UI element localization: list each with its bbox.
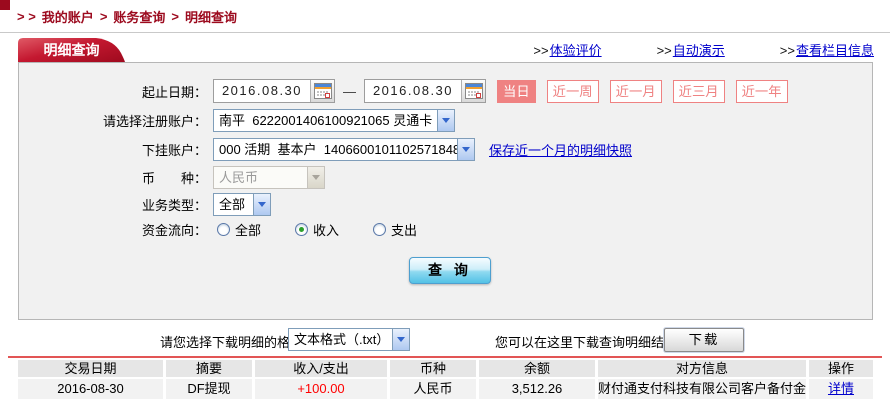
column-header-amount: 收入/支出 bbox=[255, 360, 387, 377]
currency-label: 币 种： bbox=[19, 168, 207, 187]
column-header-counterparty: 对方信息 bbox=[598, 360, 806, 377]
fund-flow-options: 全部 收入 支出 bbox=[217, 220, 451, 239]
end-date-calendar-button[interactable] bbox=[461, 80, 485, 102]
start-date-calendar-button[interactable] bbox=[310, 80, 334, 102]
header-divider bbox=[0, 32, 890, 33]
quick-range-week-button[interactable]: 近一周 bbox=[547, 80, 599, 103]
column-header-action: 操作 bbox=[809, 360, 873, 377]
sub-account-row: 下挂账户： 000 活期 基本户 1406600101102571848 保存近… bbox=[19, 138, 872, 161]
currency-row: 币 种： 人民币 bbox=[19, 166, 872, 189]
column-info-link[interactable]: >>查看栏目信息 bbox=[780, 40, 874, 59]
column-header-summary: 摘要 bbox=[166, 360, 252, 377]
cell-amount: +100.00 bbox=[255, 379, 387, 399]
fund-flow-option-expense[interactable]: 支出 bbox=[373, 220, 417, 239]
corner-decoration bbox=[0, 0, 10, 10]
cell-transaction-date: 2016-08-30 bbox=[18, 379, 163, 399]
breadcrumb-item-my-account[interactable]: 我的账户 bbox=[42, 7, 94, 26]
link-arrows: >> bbox=[533, 43, 548, 58]
calendar-icon bbox=[314, 83, 332, 99]
quick-range-today-button[interactable]: 当日 bbox=[497, 80, 536, 103]
download-hint: 您可以在这里下载查询明细结果 bbox=[495, 332, 677, 351]
query-button[interactable]: 查 询 bbox=[409, 257, 491, 284]
link-arrows: >> bbox=[780, 43, 795, 58]
register-account-value: 南平 6222001406100921065 灵通卡 bbox=[214, 110, 437, 131]
quick-range-month-button[interactable]: 近一月 bbox=[610, 80, 662, 103]
fund-flow-row: 资金流向： 全部 收入 支出 bbox=[19, 220, 872, 239]
chevron-down-icon[interactable] bbox=[437, 110, 454, 131]
business-type-row: 业务类型： 全部 bbox=[19, 193, 872, 216]
chevron-down-icon[interactable] bbox=[392, 329, 409, 350]
sub-account-value: 000 活期 基本户 1406600101102571848 bbox=[214, 139, 457, 160]
radio-icon[interactable] bbox=[217, 223, 230, 236]
breadcrumb-prefix: > > bbox=[17, 9, 36, 24]
breadcrumb-item-detail-query: 明细查询 bbox=[185, 7, 237, 26]
date-range-label: 起止日期： bbox=[19, 82, 207, 101]
sub-account-label: 下挂账户： bbox=[19, 140, 207, 159]
download-format-select[interactable]: 文本格式（.txt） bbox=[288, 328, 410, 351]
sub-account-select[interactable]: 000 活期 基本户 1406600101102571848 bbox=[213, 138, 475, 161]
quick-range-year-button[interactable]: 近一年 bbox=[736, 80, 788, 103]
column-header-date: 交易日期 bbox=[18, 360, 163, 377]
breadcrumb: > > 我的账户 > 账务查询 > 明细查询 bbox=[17, 7, 237, 26]
cell-summary: DF提现 bbox=[166, 379, 252, 399]
end-date-value[interactable]: 2016.08.30 bbox=[365, 80, 461, 102]
result-table-header: 交易日期 摘要 收入/支出 币种 余额 对方信息 操作 bbox=[18, 360, 873, 377]
register-account-row: 请选择注册账户： 南平 6222001406100921065 灵通卡 bbox=[19, 109, 872, 132]
fund-flow-label: 资金流向： bbox=[19, 220, 207, 239]
fund-flow-option-all-label: 全部 bbox=[235, 220, 261, 239]
download-format-value: 文本格式（.txt） bbox=[289, 329, 392, 350]
download-button[interactable]: 下载 bbox=[664, 328, 744, 352]
breadcrumb-item-account-query[interactable]: 账务查询 bbox=[113, 7, 165, 26]
quick-range-quarter-button[interactable]: 近三月 bbox=[673, 80, 725, 103]
breadcrumb-separator: > bbox=[171, 9, 179, 24]
register-account-select[interactable]: 南平 6222001406100921065 灵通卡 bbox=[213, 109, 455, 132]
business-type-value: 全部 bbox=[214, 194, 253, 215]
save-snapshot-link[interactable]: 保存近一个月的明细快照 bbox=[489, 140, 632, 159]
cell-currency: 人民币 bbox=[390, 379, 476, 399]
fund-flow-option-income[interactable]: 收入 bbox=[295, 220, 339, 239]
chevron-down-icon bbox=[307, 167, 324, 188]
date-range-separator: — bbox=[343, 84, 356, 99]
auto-demo-link[interactable]: >>自动演示 bbox=[657, 40, 725, 59]
chevron-down-icon[interactable] bbox=[457, 139, 474, 160]
auto-demo-label[interactable]: 自动演示 bbox=[673, 43, 725, 58]
register-account-label: 请选择注册账户： bbox=[19, 111, 207, 130]
column-info-label[interactable]: 查看栏目信息 bbox=[796, 43, 874, 58]
currency-value: 人民币 bbox=[214, 167, 307, 188]
start-date-input[interactable]: 2016.08.30 bbox=[213, 79, 335, 103]
cell-action: 详情 bbox=[809, 379, 873, 399]
column-header-currency: 币种 bbox=[390, 360, 476, 377]
date-range-row: 起止日期： 2016.08.30 — 2016.08.30 bbox=[19, 79, 872, 103]
link-arrows: >> bbox=[657, 43, 672, 58]
download-format-label: 请您选择下载明细的格式 bbox=[160, 332, 303, 351]
detail-link[interactable]: 详情 bbox=[828, 381, 854, 396]
end-date-input[interactable]: 2016.08.30 bbox=[364, 79, 486, 103]
business-type-label: 业务类型： bbox=[19, 195, 207, 214]
column-header-balance: 余额 bbox=[479, 360, 595, 377]
experience-review-link[interactable]: >>体验评价 bbox=[533, 40, 601, 59]
experience-review-label[interactable]: 体验评价 bbox=[550, 43, 602, 58]
cell-counterparty: 财付通支付科技有限公司客户备付金 bbox=[598, 379, 806, 399]
tab-detail-query[interactable]: 明细查询 bbox=[18, 38, 125, 62]
fund-flow-option-income-label: 收入 bbox=[313, 220, 339, 239]
business-type-select[interactable]: 全部 bbox=[213, 193, 271, 216]
breadcrumb-separator: > bbox=[100, 9, 108, 24]
query-form-panel: 起止日期： 2016.08.30 — 2016.08.30 bbox=[18, 62, 873, 320]
fund-flow-option-all[interactable]: 全部 bbox=[217, 220, 261, 239]
currency-select: 人民币 bbox=[213, 166, 325, 189]
chevron-down-icon[interactable] bbox=[253, 194, 270, 215]
header-links: >>体验评价 >>自动演示 >>查看栏目信息 bbox=[533, 40, 874, 59]
start-date-value[interactable]: 2016.08.30 bbox=[214, 80, 310, 102]
download-row: 请您选择下载明细的格式 文本格式（.txt） 您可以在这里下载查询明细结果 下载 bbox=[0, 328, 890, 352]
cell-balance: 3,512.26 bbox=[479, 379, 595, 399]
table-row: 2016-08-30 DF提现 +100.00 人民币 3,512.26 财付通… bbox=[18, 379, 873, 399]
radio-icon[interactable] bbox=[295, 223, 308, 236]
calendar-icon bbox=[465, 83, 483, 99]
radio-icon[interactable] bbox=[373, 223, 386, 236]
table-top-divider bbox=[8, 356, 882, 358]
fund-flow-option-expense-label: 支出 bbox=[391, 220, 417, 239]
